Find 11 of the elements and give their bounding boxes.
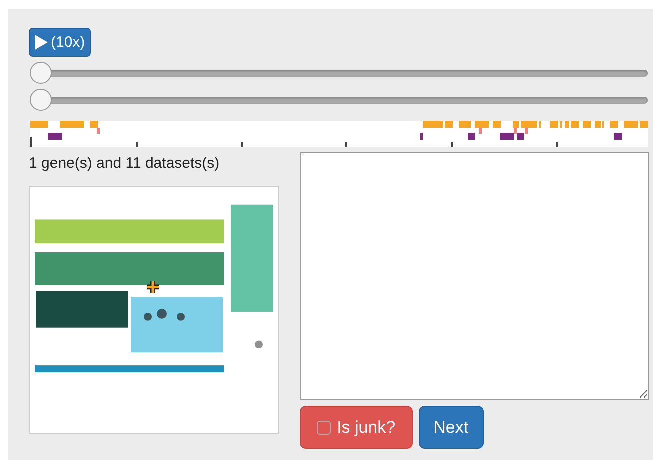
slider-thumb[interactable] <box>30 89 52 111</box>
slider[interactable] <box>30 89 648 111</box>
junk-checkbox[interactable] <box>317 420 331 434</box>
junk-button[interactable]: Is junk? <box>300 406 413 449</box>
slider-thumb[interactable] <box>30 62 52 84</box>
notes-field[interactable] <box>300 152 649 400</box>
next-button[interactable]: Next <box>418 406 484 449</box>
summary-text: 1 gene(s) and 11 datasets(s) <box>29 155 221 172</box>
play-icon <box>35 35 48 50</box>
slider[interactable] <box>30 62 648 84</box>
play-button[interactable]: (10x) <box>29 28 92 57</box>
